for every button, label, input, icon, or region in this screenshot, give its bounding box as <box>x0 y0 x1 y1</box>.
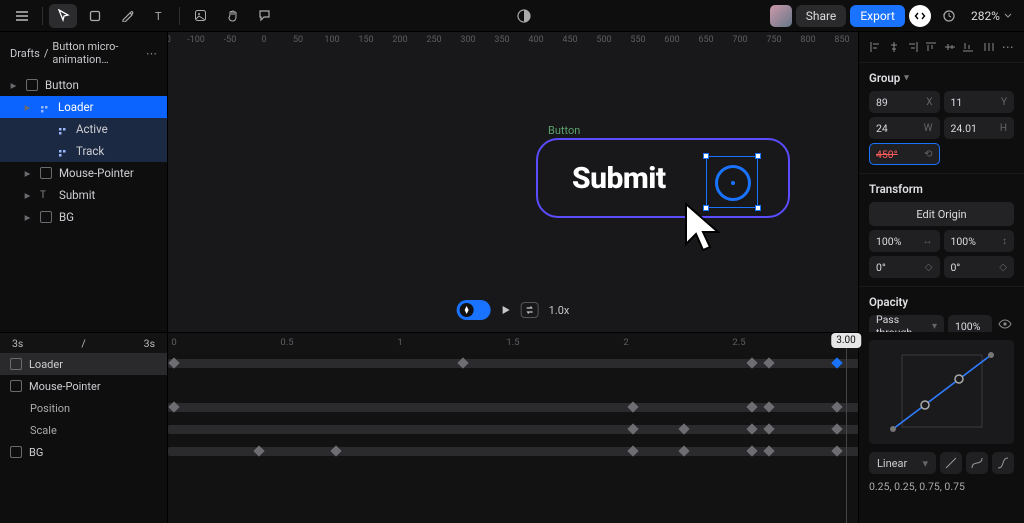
layer-row-bg[interactable]: ▸BG <box>0 206 167 228</box>
layer-row-loader[interactable]: ▸Loader <box>0 96 167 118</box>
interactions-toggle[interactable] <box>457 300 491 320</box>
easing-preset-2[interactable] <box>966 452 988 474</box>
mouse-pointer-glyph <box>680 202 726 258</box>
skew-y-input[interactable]: 0°◇ <box>944 256 1015 278</box>
easing-curve[interactable] <box>869 340 1014 444</box>
text-tool-icon[interactable]: T <box>145 4 173 28</box>
blend-mode-select[interactable]: Pass through▾ <box>869 315 944 332</box>
scale-x-input[interactable]: 100%↔ <box>869 230 940 252</box>
loader-ring <box>715 165 751 201</box>
x-input[interactable]: 89X <box>869 91 940 113</box>
opacity-heading: Opacity <box>869 295 1014 309</box>
export-button[interactable]: Export <box>850 5 905 27</box>
hand-tool-icon[interactable] <box>218 4 246 28</box>
timeline-row-mouse-pointer[interactable]: Mouse-Pointer <box>0 375 167 397</box>
share-button[interactable]: Share <box>796 5 847 27</box>
playhead-badge[interactable]: 3.00 <box>831 333 861 348</box>
align-right-icon[interactable] <box>904 38 921 56</box>
h-input[interactable]: 24.01H <box>944 117 1015 139</box>
timeline-row-scale[interactable]: Scale <box>0 419 167 441</box>
rotation-input[interactable]: 450°⟲ <box>869 143 940 165</box>
align-bottom-icon[interactable] <box>960 38 977 56</box>
timeline-row-loader[interactable]: Loader <box>0 353 167 375</box>
timeline-duration[interactable]: 3s/3s <box>0 333 167 353</box>
image-tool-icon[interactable] <box>186 4 214 28</box>
canvas[interactable]: -150-100-5005010015020025030035040045050… <box>168 32 858 332</box>
breadcrumb-menu-icon[interactable]: ⋯ <box>146 47 157 60</box>
loop-button[interactable] <box>521 302 539 318</box>
pen-tool-icon[interactable] <box>113 4 141 28</box>
edit-origin-button[interactable]: Edit Origin <box>869 202 1014 226</box>
opacity-input[interactable]: 100% <box>948 315 992 332</box>
play-button[interactable] <box>501 305 511 315</box>
y-input[interactable]: 11Y <box>944 91 1015 113</box>
layer-row-mouse-pointer[interactable]: ▸Mouse-Pointer <box>0 162 167 184</box>
code-icon[interactable] <box>909 5 931 27</box>
easing-panel: Linear▾ 0.25, 0.25, 0.75, 0.75 <box>858 332 1024 523</box>
align-hcenter-icon[interactable] <box>886 38 903 56</box>
scale-y-input[interactable]: 100%↕ <box>944 230 1015 252</box>
easing-type-select[interactable]: Linear▾ <box>869 452 936 474</box>
layer-row-button[interactable]: ▸Button <box>0 74 167 96</box>
layer-row-track[interactable]: Track <box>0 140 167 162</box>
inspector-panel: ⋯ Group▾ 89X 11Y 24W 24.01H 450°⟲ Transf… <box>858 32 1024 332</box>
align-top-icon[interactable] <box>923 38 940 56</box>
frame-label: Button <box>548 124 580 137</box>
breadcrumb[interactable]: Drafts/ Button micro-animation… ⋯ <box>0 32 167 74</box>
align-tools: ⋯ <box>859 32 1024 63</box>
move-tool-icon[interactable] <box>49 4 77 28</box>
timeline-row-position[interactable]: Position <box>0 397 167 419</box>
align-left-icon[interactable] <box>867 38 884 56</box>
selection-heading[interactable]: Group▾ <box>869 71 1014 85</box>
comment-tool-icon[interactable] <box>250 4 278 28</box>
w-input[interactable]: 24W <box>869 117 940 139</box>
topbar: T Share Export 282% <box>0 0 1024 32</box>
skew-x-input[interactable]: 0°◇ <box>869 256 940 278</box>
playback-controls: 1.0x <box>457 300 570 320</box>
horizontal-ruler: -150-100-5005010015020025030035040045050… <box>168 32 858 52</box>
layers-panel: Drafts/ Button micro-animation… ⋯ ▸Butto… <box>0 32 168 332</box>
avatar[interactable] <box>770 5 792 27</box>
menu-icon[interactable] <box>8 4 36 28</box>
easing-preset-1[interactable] <box>940 452 962 474</box>
playhead[interactable] <box>846 333 847 523</box>
transform-heading: Transform <box>869 182 1014 196</box>
zoom-level[interactable]: 282% <box>967 9 1016 23</box>
easing-preset-3[interactable] <box>992 452 1014 474</box>
history-icon[interactable] <box>935 4 963 28</box>
layer-row-submit[interactable]: ▸TSubmit <box>0 184 167 206</box>
align-vcenter-icon[interactable] <box>942 38 959 56</box>
timeline-row-bg[interactable]: BG <box>0 441 167 463</box>
playback-speed[interactable]: 1.0x <box>549 304 570 317</box>
selection-bounds[interactable] <box>706 156 758 208</box>
visibility-icon[interactable] <box>996 315 1014 332</box>
rectangle-tool-icon[interactable] <box>81 4 109 28</box>
more-align-icon[interactable]: ⋯ <box>999 38 1016 56</box>
distribute-icon[interactable] <box>981 38 998 56</box>
layer-row-active[interactable]: Active <box>0 118 167 140</box>
svg-text:T: T <box>155 10 162 22</box>
button-preview-text: Submit <box>572 161 666 196</box>
theme-toggle-icon[interactable] <box>516 8 532 24</box>
bezier-values[interactable]: 0.25, 0.25, 0.75, 0.75 <box>869 480 1014 493</box>
